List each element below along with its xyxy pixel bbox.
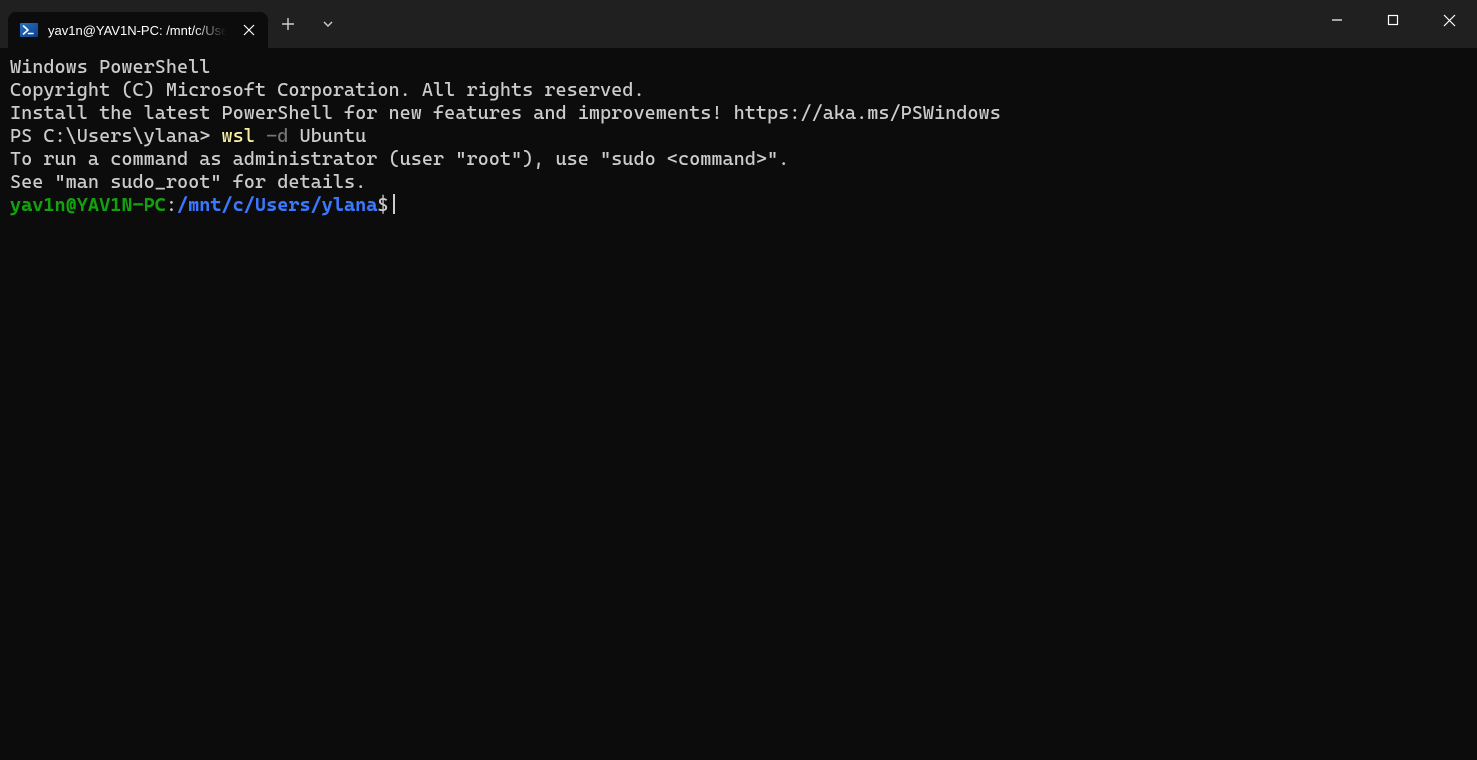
maximize-button[interactable] [1365,0,1421,40]
bash-user-host: yav1n@YAV1N-PC [10,194,166,216]
terminal-line: PS C:\Users\ylana> wsl -d Ubuntu [10,125,1467,148]
terminal-line: Copyright (C) Microsoft Corporation. All… [10,79,1467,102]
terminal-viewport[interactable]: Windows PowerShellCopyright (C) Microsof… [0,48,1477,760]
minimize-icon [1331,14,1343,26]
powershell-icon [20,21,38,39]
chevron-down-icon [322,18,334,30]
plus-icon [281,17,295,31]
close-icon [243,24,255,36]
text-cursor [393,194,395,214]
tabs-area: yav1n@YAV1N-PC: /mnt/c/Users/ylana [0,0,268,48]
close-window-button[interactable] [1421,0,1477,40]
titlebar: yav1n@YAV1N-PC: /mnt/c/Users/ylana [0,0,1477,48]
cmd-token: wsl [222,125,255,147]
window-controls [1309,0,1477,48]
ps-prompt: PS C:\Users\ylana> [10,125,222,147]
minimize-button[interactable] [1309,0,1365,40]
bash-prompt-symbol: $ [377,194,388,216]
terminal-line: To run a command as administrator (user … [10,148,1467,171]
bash-cwd: /mnt/c/Users/ylana [177,194,377,216]
terminal-line: See "man sudo_root" for details. [10,171,1467,194]
tab-active[interactable]: yav1n@YAV1N-PC: /mnt/c/Users/ylana [8,12,268,48]
cmd-token: -d [255,125,288,147]
close-icon [1443,14,1456,27]
tab-title: yav1n@YAV1N-PC: /mnt/c/Users/ylana [48,23,230,38]
new-tab-button[interactable] [268,4,308,44]
tab-close-button[interactable] [240,21,258,39]
tab-dropdown-button[interactable] [308,4,348,44]
cmd-token: Ubuntu [288,125,366,147]
terminal-line: Install the latest PowerShell for new fe… [10,102,1467,125]
terminal-line: yav1n@YAV1N-PC:/mnt/c/Users/ylana$ [10,194,1467,217]
maximize-icon [1387,14,1399,26]
terminal-line: Windows PowerShell [10,56,1467,79]
tab-actions [268,0,348,48]
